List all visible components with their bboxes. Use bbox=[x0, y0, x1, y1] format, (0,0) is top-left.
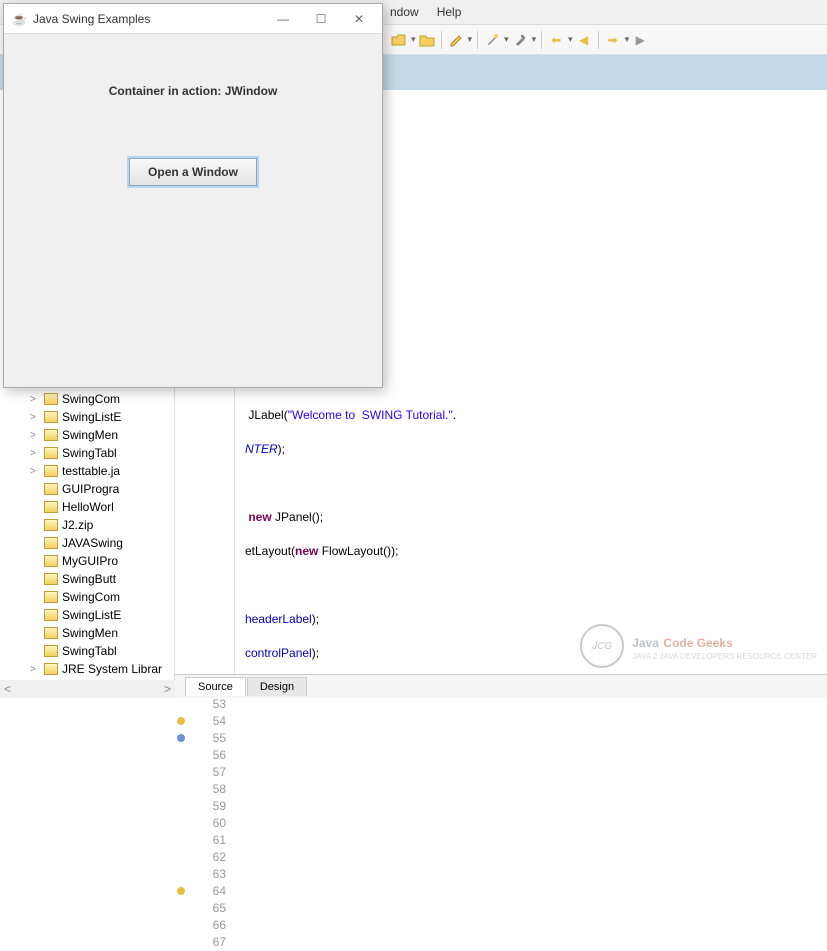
expand-icon[interactable] bbox=[30, 610, 40, 621]
file-icon bbox=[44, 393, 58, 405]
tree-item[interactable]: SwingMen bbox=[0, 624, 174, 642]
file-icon bbox=[44, 411, 58, 423]
expand-icon[interactable]: > bbox=[30, 664, 40, 675]
file-icon bbox=[44, 573, 58, 585]
file-icon bbox=[44, 429, 58, 441]
dialog-titlebar[interactable]: ☕ Java Swing Examples — ☐ ✕ bbox=[4, 4, 382, 34]
file-icon bbox=[44, 483, 58, 495]
tree-label: JRE System Librar bbox=[62, 662, 162, 676]
tree-item[interactable]: GUIProgra bbox=[0, 480, 174, 498]
tree-label: JAVASwing bbox=[62, 536, 123, 550]
tree-label: SwingListE bbox=[62, 410, 121, 424]
tree-item[interactable]: > SwingCom bbox=[0, 390, 174, 408]
tree-item[interactable]: JAVASwing bbox=[0, 534, 174, 552]
expand-icon[interactable] bbox=[30, 628, 40, 639]
jwindow-dialog: ☕ Java Swing Examples — ☐ ✕ Container in… bbox=[3, 3, 383, 388]
tree-item[interactable]: J2.zip bbox=[0, 516, 174, 534]
tree-item[interactable]: HelloWorl bbox=[0, 498, 174, 516]
sidebar-scroll[interactable]: <> bbox=[0, 680, 175, 698]
tree-label: SwingTabl bbox=[62, 644, 117, 658]
tree-label: MyGUIPro bbox=[62, 554, 118, 568]
expand-icon[interactable] bbox=[30, 556, 40, 567]
expand-icon[interactable] bbox=[30, 520, 40, 531]
expand-icon[interactable]: > bbox=[30, 394, 40, 405]
menu-help[interactable]: Help bbox=[437, 5, 462, 19]
expand-icon[interactable]: > bbox=[30, 448, 40, 459]
expand-icon[interactable]: > bbox=[30, 412, 40, 423]
file-icon bbox=[44, 537, 58, 549]
tree-item[interactable]: > SwingMen bbox=[0, 426, 174, 444]
java-icon: ☕ bbox=[12, 12, 27, 26]
wand-icon[interactable] bbox=[483, 31, 501, 49]
back-solid-icon[interactable]: ◀ bbox=[575, 31, 593, 49]
back-icon[interactable]: ⬅ bbox=[547, 31, 565, 49]
tree-item[interactable]: MyGUIPro bbox=[0, 552, 174, 570]
pencil-icon[interactable] bbox=[447, 31, 465, 49]
folder-open-icon[interactable] bbox=[390, 31, 408, 49]
file-icon bbox=[44, 447, 58, 459]
file-icon bbox=[44, 555, 58, 567]
tree-label: GUIProgra bbox=[62, 482, 119, 496]
wrench-icon[interactable] bbox=[511, 31, 529, 49]
tree-label: HelloWorl bbox=[62, 500, 114, 514]
tree-item[interactable]: SwingCom bbox=[0, 588, 174, 606]
menu-window[interactable]: ndow bbox=[390, 5, 419, 19]
expand-icon[interactable] bbox=[30, 574, 40, 585]
tree-item[interactable]: SwingButt bbox=[0, 570, 174, 588]
tree-item[interactable]: > JRE System Librar bbox=[0, 660, 174, 678]
tree-item[interactable]: > SwingListE bbox=[0, 408, 174, 426]
file-icon bbox=[44, 645, 58, 657]
tab-source[interactable]: Source bbox=[185, 677, 246, 696]
expand-icon[interactable] bbox=[30, 646, 40, 657]
expand-icon[interactable]: > bbox=[30, 466, 40, 477]
maximize-button[interactable]: ☐ bbox=[306, 7, 336, 31]
file-icon bbox=[44, 627, 58, 639]
tree-label: SwingCom bbox=[62, 392, 120, 406]
tree-item[interactable]: SwingTabl bbox=[0, 642, 174, 660]
dialog-heading: Container in action: JWindow bbox=[24, 84, 362, 98]
tree-label: J2.zip bbox=[62, 518, 93, 532]
tree-item[interactable]: SwingListE bbox=[0, 606, 174, 624]
expand-icon[interactable]: > bbox=[30, 430, 40, 441]
file-icon bbox=[44, 519, 58, 531]
file-icon bbox=[44, 663, 58, 675]
file-icon bbox=[44, 591, 58, 603]
tree-label: testtable.ja bbox=[62, 464, 120, 478]
expand-icon[interactable] bbox=[30, 538, 40, 549]
expand-icon[interactable] bbox=[30, 502, 40, 513]
minimize-button[interactable]: — bbox=[268, 7, 298, 31]
tree-item[interactable]: > testtable.ja bbox=[0, 462, 174, 480]
folder-icon[interactable] bbox=[418, 31, 436, 49]
tree-label: SwingButt bbox=[62, 572, 116, 586]
tree-label: SwingTabl bbox=[62, 446, 117, 460]
tree-label: SwingMen bbox=[62, 428, 118, 442]
file-icon bbox=[44, 501, 58, 513]
tree-label: SwingListE bbox=[62, 608, 121, 622]
forward-solid-icon[interactable]: ▶ bbox=[631, 31, 649, 49]
open-window-button[interactable]: Open a Window bbox=[129, 158, 257, 186]
tree-label: SwingCom bbox=[62, 590, 120, 604]
editor-tabs: Source Design bbox=[175, 674, 827, 698]
tree-item[interactable]: > SwingTabl bbox=[0, 444, 174, 462]
forward-icon[interactable]: ➡ bbox=[604, 31, 622, 49]
dialog-title: Java Swing Examples bbox=[33, 12, 268, 26]
file-icon bbox=[44, 465, 58, 477]
tree-label: SwingMen bbox=[62, 626, 118, 640]
file-icon bbox=[44, 609, 58, 621]
expand-icon[interactable] bbox=[30, 484, 40, 495]
expand-icon[interactable] bbox=[30, 592, 40, 603]
tab-design[interactable]: Design bbox=[247, 677, 307, 696]
close-button[interactable]: ✕ bbox=[344, 7, 374, 31]
